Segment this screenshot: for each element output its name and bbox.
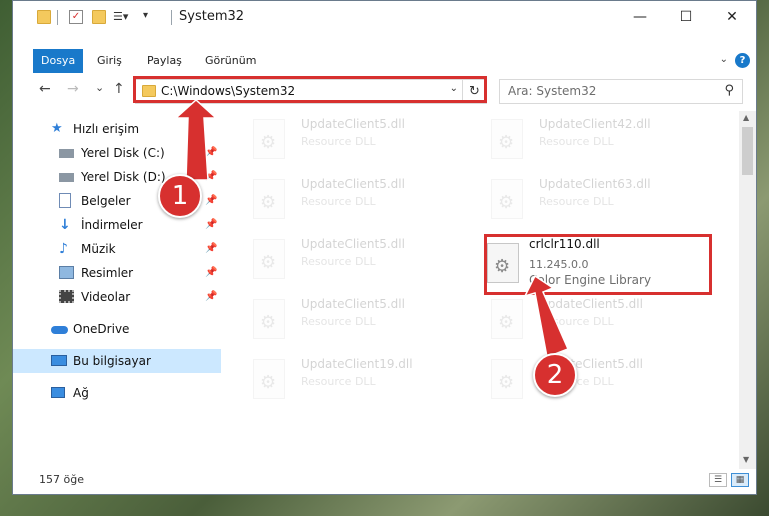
step-badge-1: 1 xyxy=(158,174,202,218)
annotation-arrows xyxy=(174,98,570,359)
arrow-1 xyxy=(174,98,218,181)
step-badge-2: 2 xyxy=(533,353,577,397)
arrow-2 xyxy=(523,274,570,359)
